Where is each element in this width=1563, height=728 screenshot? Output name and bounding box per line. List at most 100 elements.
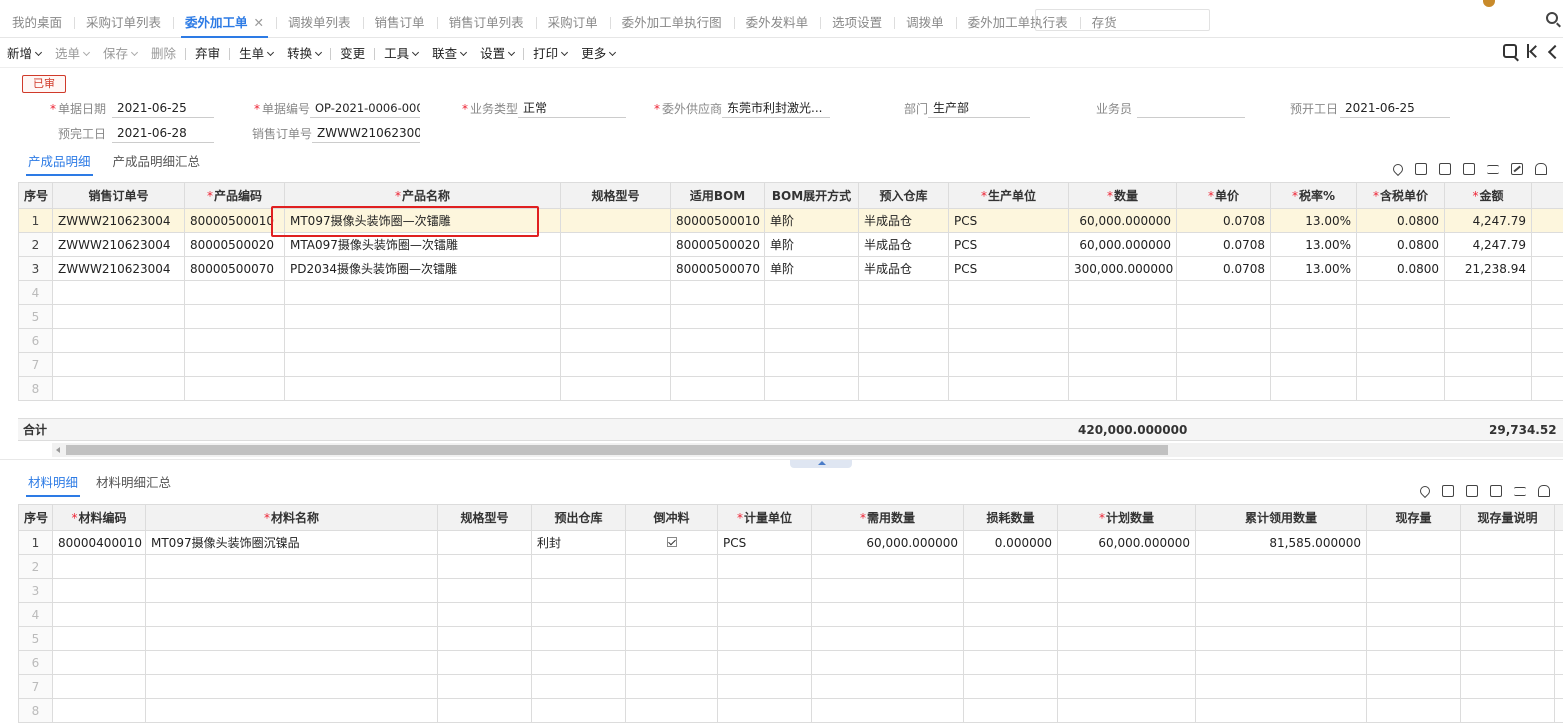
col-tax-price[interactable]: *含税单价	[1356, 182, 1445, 209]
cell-tax-rate[interactable]: 13.00%	[1270, 256, 1357, 281]
col-need-qty[interactable]: *需用数量	[811, 504, 964, 531]
col-material-name[interactable]: *材料名称	[145, 504, 438, 531]
cell-amount[interactable]: 4,247.79	[1444, 232, 1532, 257]
generate-button[interactable]: 生单	[232, 40, 280, 68]
cell-bom[interactable]: 80000500010	[670, 208, 765, 233]
cell-tax-price[interactable]: 0.0800	[1356, 256, 1445, 281]
cell-amount[interactable]: 4,247.79	[1444, 208, 1532, 233]
cell-out-warehouse[interactable]: 利封	[531, 530, 626, 555]
cell-sales-no[interactable]: ZWWW210623004	[52, 208, 185, 233]
col-price[interactable]: *单价	[1176, 182, 1271, 209]
empty-row[interactable]: 5	[18, 626, 1563, 651]
tab-sales-order-list[interactable]: 销售订单列表	[436, 8, 536, 38]
tab-sales-order[interactable]: 销售订单	[362, 8, 437, 38]
add-button[interactable]: 新增	[0, 40, 48, 68]
paste-icon[interactable]	[1466, 485, 1478, 497]
previous-record-icon[interactable]	[1547, 44, 1557, 58]
global-search-input[interactable]	[1035, 9, 1210, 31]
col-stock[interactable]: 现存量	[1366, 504, 1461, 531]
empty-row[interactable]: 4	[18, 280, 1563, 305]
col-product-code[interactable]: *产品编码	[184, 182, 285, 209]
horizontal-scrollbar[interactable]	[52, 443, 1563, 457]
cell-sales-no[interactable]: ZWWW210623004	[52, 256, 185, 281]
supplier-input[interactable]: 东莞市利封激光...	[722, 98, 830, 118]
insert-row-icon[interactable]	[1463, 163, 1475, 175]
cell-spec[interactable]	[437, 530, 532, 555]
table-row[interactable]: 3 ZWWW210623004 80000500070 PD2034摄像头装饰圈…	[18, 256, 1563, 281]
col-warehouse[interactable]: 预入仓库	[858, 182, 949, 209]
cell-backflush[interactable]	[625, 530, 718, 555]
empty-row[interactable]: 4	[18, 602, 1563, 627]
col-tax-rate[interactable]: *税率%	[1270, 182, 1357, 209]
cell-spec[interactable]	[560, 256, 671, 281]
empty-row[interactable]: 7	[18, 352, 1563, 377]
cell-bom[interactable]: 80000500070	[670, 256, 765, 281]
col-seq[interactable]: 序号	[18, 504, 53, 531]
col-spec[interactable]: 规格型号	[560, 182, 671, 209]
delete-button[interactable]: 删除	[144, 40, 183, 68]
cell-bom-mode[interactable]: 单阶	[764, 232, 859, 257]
tab-transfer[interactable]: 调拨单	[894, 8, 956, 38]
scroll-left-icon[interactable]	[56, 447, 60, 453]
empty-row[interactable]: 7	[18, 674, 1563, 699]
tab-transfer-list[interactable]: 调拨单列表	[276, 8, 363, 38]
cell-tax-rate[interactable]: 13.00%	[1270, 208, 1357, 233]
tab-options[interactable]: 选项设置	[820, 8, 894, 38]
col-product-name[interactable]: *产品名称	[284, 182, 561, 209]
empty-row[interactable]: 6	[18, 328, 1563, 353]
cell-material-code[interactable]: 80000400010	[52, 530, 146, 555]
col-unit[interactable]: *计量单位	[717, 504, 812, 531]
locate-icon[interactable]	[1417, 483, 1433, 499]
cell-warehouse[interactable]: 半成品仓	[858, 208, 949, 233]
tab-product-detail[interactable]: 产成品明细	[20, 152, 99, 176]
col-bom-mode[interactable]: BOM展开方式	[764, 182, 859, 209]
cell-spec[interactable]	[560, 232, 671, 257]
col-plan-qty[interactable]: *计划数量	[1057, 504, 1196, 531]
cell-warehouse[interactable]: 半成品仓	[858, 256, 949, 281]
search-icon[interactable]	[1546, 12, 1558, 24]
col-sales-no[interactable]: 销售订单号	[52, 182, 185, 209]
cell-product-name[interactable]: PD2034摄像头装饰圈—次镭雕	[284, 256, 561, 281]
cell-stock-note[interactable]	[1460, 530, 1555, 555]
cell-bom[interactable]: 80000500020	[670, 232, 765, 257]
plan-end-input[interactable]: 2021-06-28	[112, 123, 214, 143]
batch-edit-icon[interactable]	[1514, 486, 1526, 496]
cell-unit[interactable]: PCS	[948, 256, 1069, 281]
settings-button[interactable]: 设置	[473, 40, 521, 68]
tab-outsourcing-exec-chart[interactable]: 委外加工单执行图	[609, 8, 734, 38]
cell-used-qty[interactable]: 81,585.000000	[1195, 530, 1367, 555]
copy-row-icon[interactable]	[1442, 485, 1454, 497]
print-button[interactable]: 打印	[526, 40, 574, 68]
copy-row-icon[interactable]	[1415, 163, 1427, 175]
cell-price[interactable]: 0.0708	[1176, 232, 1271, 257]
dept-input[interactable]: 生产部	[928, 98, 1030, 118]
col-bom[interactable]: 适用BOM	[670, 182, 765, 209]
cell-spec[interactable]	[560, 208, 671, 233]
tab-outsourcing-order[interactable]: 委外加工单 ✕	[173, 8, 276, 38]
empty-row[interactable]: 5	[18, 304, 1563, 329]
salesman-input[interactable]	[1137, 98, 1245, 118]
panel-splitter[interactable]	[0, 459, 1563, 468]
cell-unit[interactable]: PCS	[948, 208, 1069, 233]
cell-stock[interactable]	[1366, 530, 1461, 555]
link-query-button[interactable]: 联查	[425, 40, 473, 68]
locate-icon[interactable]	[1390, 161, 1406, 177]
batch-edit-icon[interactable]	[1487, 164, 1499, 174]
paste-icon[interactable]	[1439, 163, 1451, 175]
cell-bom-mode[interactable]: 单阶	[764, 208, 859, 233]
table-row[interactable]: 1 80000400010 MT097摄像头装饰圈沉镍品 利封 PCS 60,0…	[18, 530, 1563, 555]
save-button[interactable]: 保存	[96, 40, 144, 68]
cell-product-code[interactable]: 80000500020	[184, 232, 285, 257]
collapse-toggle-icon[interactable]	[790, 460, 852, 468]
tab-purchase-order[interactable]: 采购订单	[535, 8, 610, 38]
tab-material-summary[interactable]: 材料明细汇总	[88, 473, 179, 495]
sales-no-input[interactable]: ZWWW210623004	[312, 123, 420, 143]
cell-qty[interactable]: 300,000.000000	[1068, 256, 1177, 281]
cell-bom-mode[interactable]: 单阶	[764, 256, 859, 281]
cell-price[interactable]: 0.0708	[1176, 256, 1271, 281]
home-icon[interactable]	[1538, 485, 1550, 497]
col-loss-qty[interactable]: 损耗数量	[963, 504, 1058, 531]
cell-tax-rate[interactable]: 13.00%	[1270, 232, 1357, 257]
empty-row[interactable]: 3	[18, 578, 1563, 603]
chart-icon[interactable]	[1511, 163, 1523, 175]
